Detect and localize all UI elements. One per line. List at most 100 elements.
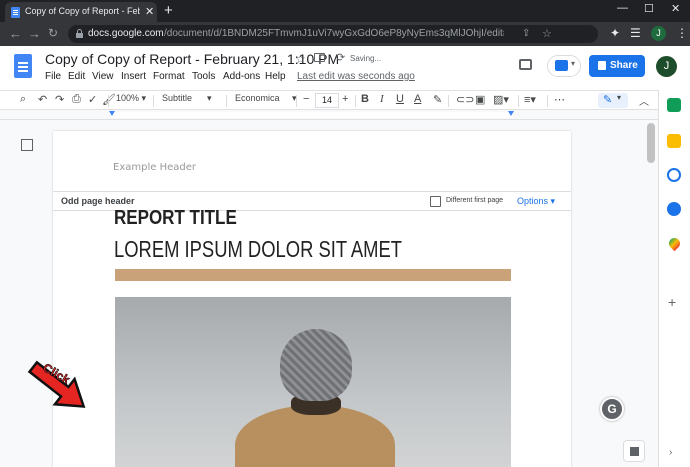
left-indent-marker[interactable] [109,111,115,116]
side-panel: ︿ + › [658,90,690,467]
sheets-icon[interactable] [667,98,681,112]
maximize-icon[interactable]: ☐ [644,2,654,15]
avatar[interactable]: J [656,56,677,77]
bookmark-star-icon[interactable]: ☆ [542,27,552,40]
decrease-font-size-icon[interactable]: − [303,93,309,105]
print-icon[interactable]: ⎙ [72,93,81,106]
reading-list-icon[interactable]: ☰ [630,26,641,40]
different-first-page-label: Different first page [446,197,504,204]
keep-icon[interactable] [667,134,681,148]
toolbar-divider [226,95,227,107]
browser-menu-icon[interactable]: ⋮ [676,26,688,40]
cover-photo[interactable] [115,297,511,467]
editing-mode-button[interactable]: ✎ ▾ [598,93,628,108]
sync-icon: ⟳ [336,52,346,64]
grammarly-bubble[interactable]: G [600,397,624,421]
menu-file[interactable]: File [45,71,61,82]
toolbar-divider [547,95,548,107]
different-first-page-checkbox[interactable] [430,196,441,207]
link-icon[interactable]: ⊂⊃ [456,93,474,106]
browser-profile-avatar[interactable]: J [651,26,666,41]
toolbar-divider [296,95,297,107]
font-size-input[interactable]: 14 [315,93,339,108]
add-on-plus-icon[interactable]: + [668,294,676,310]
scrollbar-thumb[interactable] [647,123,655,163]
share-label: Share [610,60,638,71]
docs-logo-icon[interactable] [14,54,32,78]
style-value: Subtitle [162,93,193,103]
photo-knit-hat [280,329,352,401]
bold-icon[interactable]: B [361,93,369,105]
more-options-icon[interactable]: ⋯ [554,93,565,106]
reload-icon[interactable]: ↻ [48,26,58,40]
style-select[interactable]: Subtitle ▾ [162,93,212,104]
header-options-dropdown[interactable]: Options ▾ [517,196,555,207]
tab-close-icon[interactable]: ✕ [145,5,154,18]
report-title[interactable]: REPORT TITLE [114,207,237,230]
new-tab-icon[interactable]: + [164,2,173,19]
report-subtitle[interactable]: LOREM IPSUM DOLOR SIT AMET [114,236,402,263]
menu-addons[interactable]: Add-ons [223,71,260,82]
menu-help[interactable]: Help [265,71,286,82]
document-page[interactable]: Example Header Odd page header Different… [53,131,571,467]
font-select[interactable]: Economica ▾ [235,93,297,104]
menu-edit[interactable]: Edit [68,71,85,82]
share-url-icon[interactable]: ⇪ [522,28,530,39]
spellcheck-icon[interactable]: ✓ [88,93,97,106]
share-button[interactable]: Share [589,55,645,77]
extensions-icon[interactable]: ✦ [610,26,620,40]
toolbar-divider [355,95,356,107]
present-icon [555,60,568,71]
comment-history-icon[interactable] [519,59,532,70]
underline-icon[interactable]: U [396,93,404,105]
redo-icon[interactable]: ↷ [55,93,64,106]
document-outline-icon[interactable] [21,139,33,151]
contacts-icon[interactable] [667,202,681,216]
address-toolbar: ← → ↻ docs.google.com /document/d/1BNDM2… [0,22,690,46]
add-comment-icon[interactable]: ▣ [475,93,485,106]
menu-insert[interactable]: Insert [121,71,146,82]
zoom-value: 100% [116,93,140,103]
toolbar-divider [153,95,154,107]
back-icon[interactable]: ← [9,26,22,41]
explore-icon[interactable] [623,440,645,462]
highlight-icon[interactable]: ✎ [433,93,442,106]
lock-icon [76,29,83,38]
insert-image-icon[interactable]: ▨▾ [493,93,509,106]
hide-side-panel-icon[interactable]: › [669,447,672,458]
tasks-icon[interactable] [667,168,681,182]
italic-icon[interactable]: I [380,93,384,105]
increase-font-size-icon[interactable]: + [342,93,348,105]
lock-icon [598,61,606,70]
chevron-down-icon: ▾ [571,59,576,68]
saving-status: Saving... [350,54,382,63]
menu-format[interactable]: Format [153,71,185,82]
last-edit-link[interactable]: Last edit was seconds ago [297,71,415,82]
star-icon[interactable]: ☆ [295,52,306,66]
pencil-icon: ✎ [603,94,613,106]
search-menus-icon[interactable]: ⌕ [20,93,26,106]
collapse-menus-icon[interactable]: ︿ [639,93,649,108]
maps-icon[interactable] [666,235,683,252]
text-color-icon[interactable]: A [414,93,421,105]
zoom-select[interactable]: 100% ▾ [116,93,146,104]
click-arrow-icon: Click [27,360,86,408]
page-header-text[interactable]: Example Header [113,162,196,173]
url-host: docs.google.com [88,28,164,39]
minimize-icon[interactable]: — [617,2,628,14]
right-indent-marker[interactable] [508,111,514,116]
menu-tools[interactable]: Tools [192,71,215,82]
undo-icon[interactable]: ↶ [38,93,47,106]
omnibox[interactable]: docs.google.com /document/d/1BNDM25FTmvm… [68,25,598,43]
chevron-down-icon: ▾ [617,93,622,102]
browser-tab[interactable]: Copy of Copy of Report - February 21, 1:… [5,2,157,22]
window-close-icon[interactable]: ✕ [671,2,680,15]
forward-icon[interactable]: → [28,26,41,41]
align-icon[interactable]: ≡▾ [524,93,536,106]
toolbar-divider [108,95,109,107]
ruler[interactable] [0,110,658,120]
present-button[interactable]: ▾ [547,55,581,77]
move-folder-icon[interactable] [314,53,325,62]
docs-header: Copy of Copy of Report - February 21, 1:… [0,46,690,90]
menu-view[interactable]: View [92,71,114,82]
